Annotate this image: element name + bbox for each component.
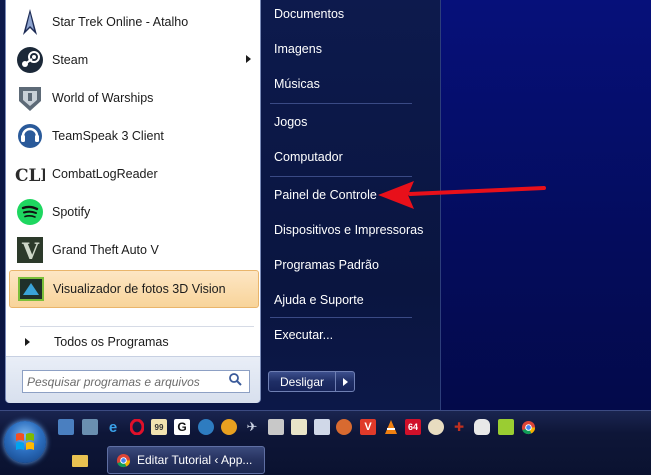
- program-world-of-warships[interactable]: World of Warships: [9, 80, 259, 116]
- calendar-icon[interactable]: [291, 419, 307, 435]
- task-button-label: Editar Tutorial ‹ App...: [137, 453, 253, 467]
- program-label: Star Trek Online - Atalho: [52, 15, 189, 29]
- gta-icon: V: [14, 234, 46, 266]
- program-3d-vision[interactable]: Visualizador de fotos 3D Vision: [9, 270, 259, 308]
- network-icon[interactable]: [82, 419, 98, 435]
- star-trek-icon: [14, 6, 46, 38]
- search-icon[interactable]: [228, 372, 242, 391]
- program-star-trek[interactable]: Star Trek Online - Atalho: [9, 4, 259, 40]
- shutdown-options-button[interactable]: [336, 371, 355, 392]
- all-programs-label: Todos os Programas: [54, 335, 169, 349]
- g-icon[interactable]: G: [174, 419, 190, 435]
- chrome-icon[interactable]: [520, 419, 536, 435]
- program-teamspeak[interactable]: TeamSpeak 3 Client: [9, 118, 259, 154]
- puzzle-icon[interactable]: [498, 419, 514, 435]
- search-box: [22, 370, 250, 393]
- right-divider: [270, 103, 412, 104]
- right-item-computador[interactable]: Computador: [268, 146, 424, 168]
- submenu-arrow-icon: [246, 55, 251, 63]
- finder-icon[interactable]: [221, 419, 237, 435]
- opera-icon[interactable]: [129, 419, 145, 435]
- shutdown-button[interactable]: Desligar: [268, 371, 336, 392]
- right-item-imagens[interactable]: Imagens: [268, 38, 424, 60]
- teamspeak-icon: [14, 120, 46, 152]
- right-divider: [270, 176, 412, 177]
- right-divider: [270, 317, 412, 318]
- annotation-arrow-icon: [378, 181, 546, 209]
- 3d-vision-icon: [15, 273, 47, 305]
- chrome-icon: [116, 453, 131, 468]
- program-label: Spotify: [52, 205, 91, 219]
- shutdown-group: Desligar: [268, 371, 355, 392]
- warships-icon: [14, 82, 46, 114]
- program-label: TeamSpeak 3 Client: [52, 129, 164, 143]
- ie-icon[interactable]: e: [105, 419, 121, 436]
- right-item-programas-padrao[interactable]: Programas Padrão: [268, 254, 424, 276]
- all-programs-item[interactable]: Todos os Programas: [16, 332, 254, 352]
- folder-icon[interactable]: [72, 455, 88, 467]
- search-input[interactable]: [23, 373, 225, 390]
- chevron-right-icon: [342, 377, 348, 386]
- program-label: Visualizador de fotos 3D Vision: [53, 282, 226, 296]
- right-item-ajuda[interactable]: Ajuda e Suporte: [268, 289, 424, 311]
- 64-icon[interactable]: 64: [405, 419, 421, 435]
- program-steam[interactable]: Steam: [9, 42, 259, 78]
- vlc-icon[interactable]: [383, 419, 399, 435]
- program-label: Grand Theft Auto V: [52, 243, 159, 257]
- search-area: [6, 356, 260, 403]
- svg-text:V: V: [21, 239, 40, 264]
- taskbar: e 99 G ✈ V 64 ✚ Editar Tutorial ‹ App...: [0, 410, 651, 475]
- combatlog-icon: CLR: [14, 158, 46, 190]
- right-item-jogos[interactable]: Jogos: [268, 111, 424, 133]
- svg-text:CLR: CLR: [15, 166, 45, 186]
- program-combatlogreader[interactable]: CLR CombatLogReader: [9, 156, 259, 192]
- airplane-icon[interactable]: ✈: [244, 419, 260, 435]
- steam-icon: [14, 44, 46, 76]
- program-gta-v[interactable]: V Grand Theft Auto V: [9, 232, 259, 268]
- start-button[interactable]: [4, 421, 46, 463]
- badge-icon[interactable]: 99: [151, 419, 167, 435]
- task-button-browser[interactable]: Editar Tutorial ‹ App...: [107, 446, 265, 474]
- notes-icon[interactable]: [268, 419, 284, 435]
- desktop-icon[interactable]: [58, 419, 74, 435]
- ball-icon[interactable]: [336, 419, 352, 435]
- paint-icon[interactable]: [428, 419, 444, 435]
- right-item-dispositivos[interactable]: Dispositivos e Impressoras: [268, 219, 424, 241]
- program-label: Steam: [52, 53, 89, 67]
- programs-pane: Star Trek Online - Atalho Steam World of…: [5, 0, 261, 403]
- vivaldi-icon[interactable]: V: [360, 419, 376, 435]
- right-item-executar[interactable]: Executar...: [268, 324, 424, 346]
- program-spotify[interactable]: Spotify: [9, 194, 259, 230]
- right-item-musicas[interactable]: Músicas: [268, 73, 424, 95]
- program-label: World of Warships: [52, 91, 154, 105]
- all-programs-arrow-icon: [25, 338, 30, 346]
- right-item-documentos[interactable]: Documentos: [268, 3, 424, 25]
- tool-icon[interactable]: ✚: [451, 419, 467, 435]
- mouse-icon[interactable]: [474, 419, 490, 435]
- spotify-icon: [14, 196, 46, 228]
- programs-divider: [20, 326, 254, 327]
- note-pad-icon[interactable]: [314, 419, 330, 435]
- program-label: CombatLogReader: [52, 167, 158, 181]
- windows-logo-icon: [16, 433, 34, 450]
- globe-icon[interactable]: [198, 419, 214, 435]
